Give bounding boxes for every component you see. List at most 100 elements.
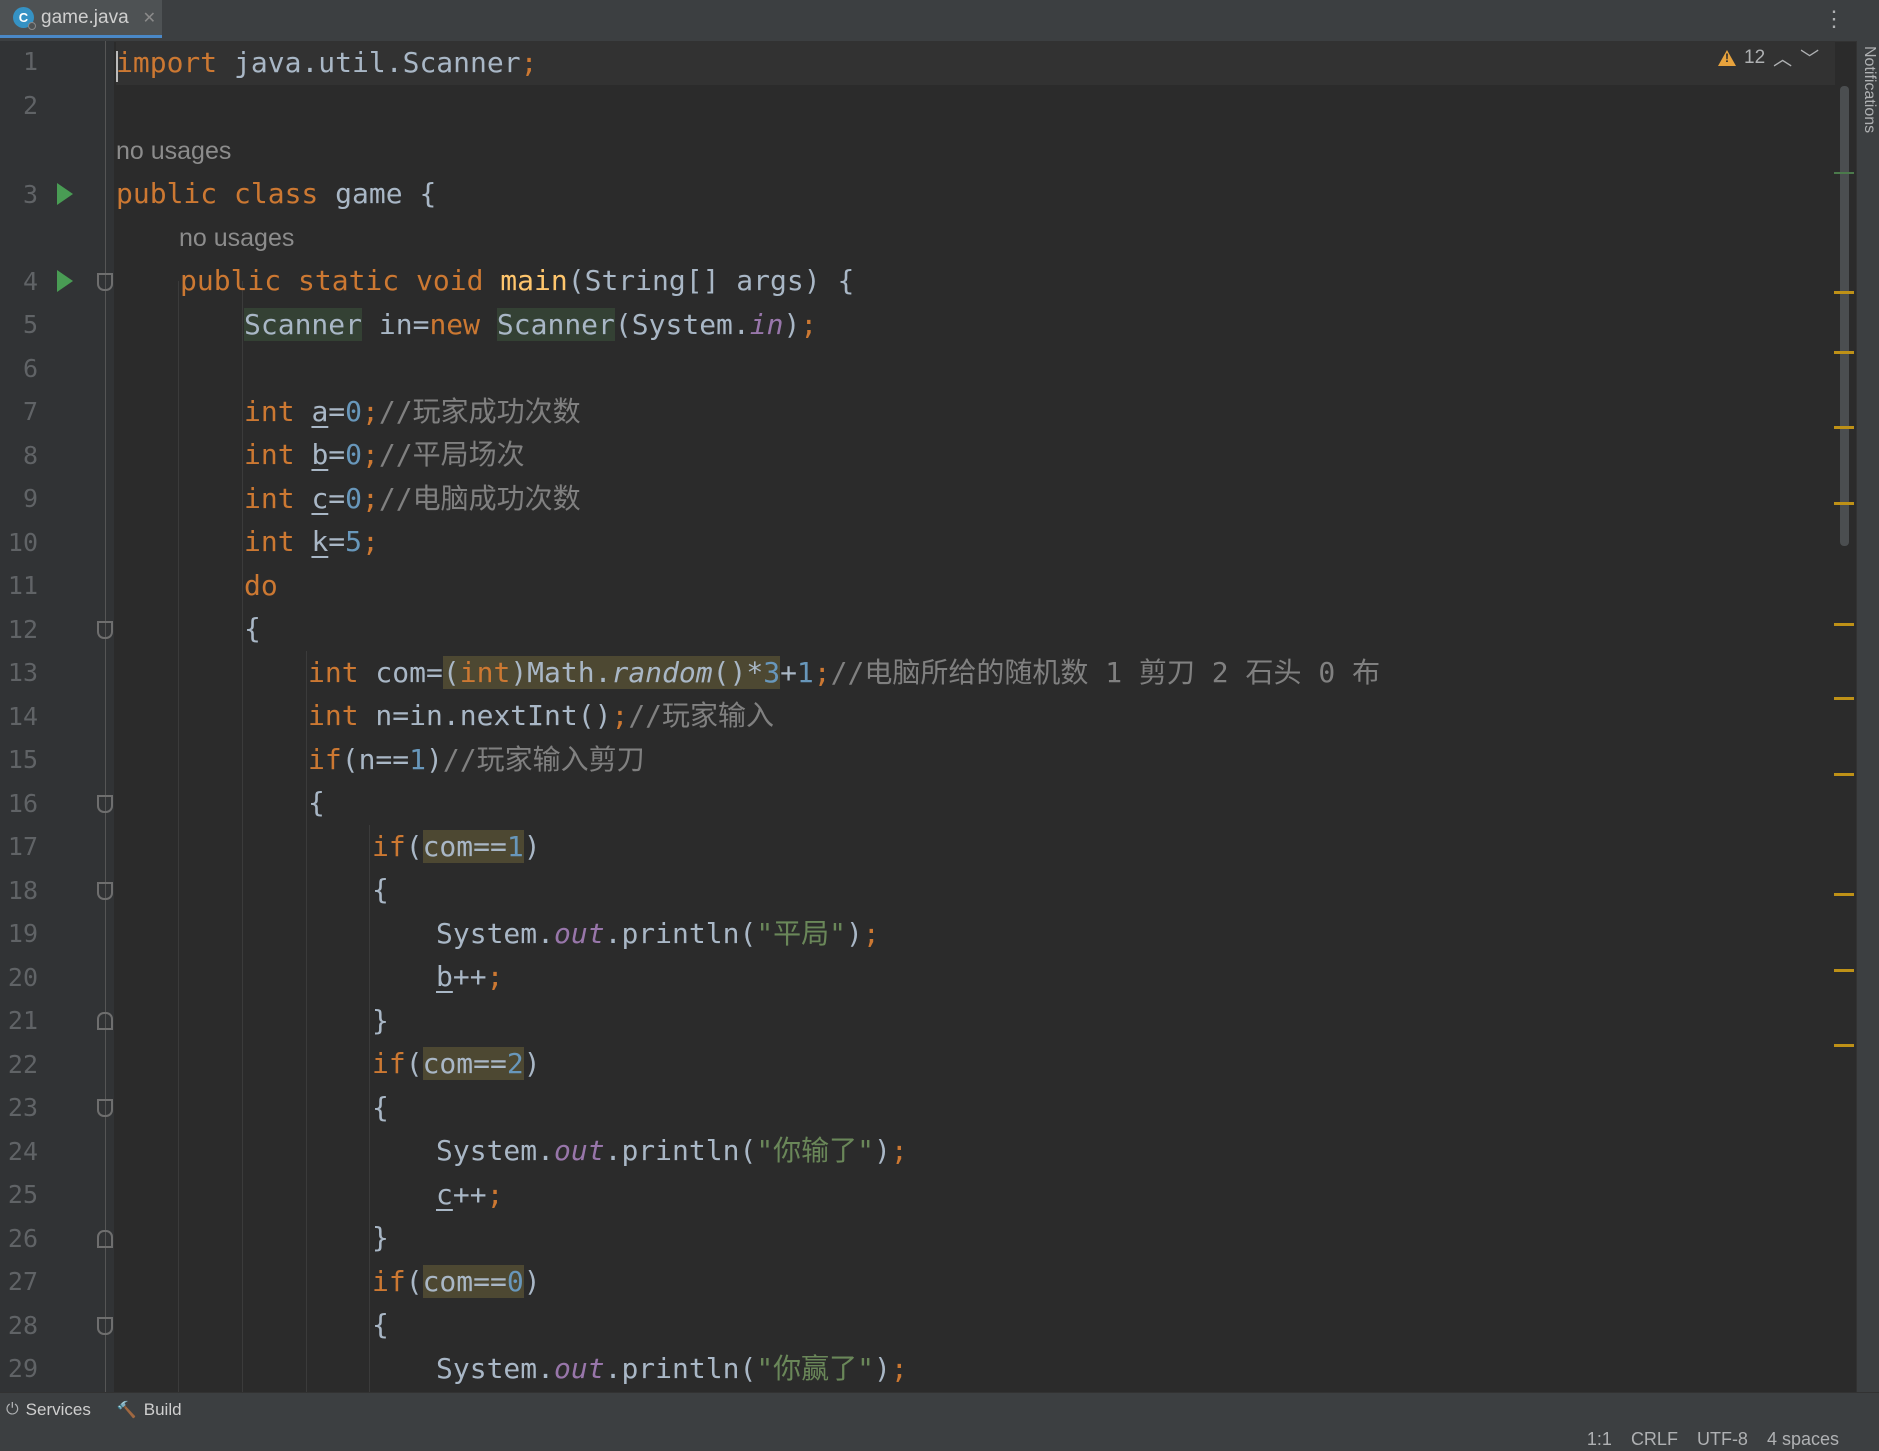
code-line-9: int c=0;//电脑成功次数 — [244, 482, 581, 515]
method-usages-hint[interactable]: no usages — [179, 224, 294, 253]
caret-position[interactable]: 1:1 — [1587, 1429, 1612, 1450]
editor-scrollbar-thumb[interactable] — [1840, 86, 1849, 546]
line-number: 16 — [7, 789, 38, 818]
line-number: 28 — [7, 1311, 38, 1340]
warning-count: 12 — [1744, 46, 1766, 68]
line-number: 14 — [7, 702, 38, 731]
line-number: 10 — [7, 528, 38, 557]
close-tab-icon[interactable]: ✕ — [143, 8, 156, 28]
warning-marker[interactable] — [1834, 697, 1854, 700]
line-number: 9 — [22, 484, 38, 513]
line-number: 20 — [7, 963, 38, 992]
line-number: 1 — [22, 47, 38, 76]
line-number: 12 — [7, 615, 38, 644]
services-tool-button[interactable]: ⏻ Services — [6, 1400, 91, 1420]
code-line-19: System.out.println("平局"); — [436, 917, 880, 950]
line-number: 4 — [22, 267, 38, 296]
code-line-5: Scanner in=new Scanner(System.in); — [244, 308, 818, 341]
warning-marker[interactable] — [1834, 893, 1854, 896]
indent-guide — [306, 651, 307, 1392]
code-line-3: public class game { — [116, 177, 437, 210]
line-number: 25 — [7, 1180, 38, 1209]
run-main-method-icon[interactable] — [57, 270, 73, 292]
code-line-13: int com=(int)Math.random()*3+1;//电脑所给的随机… — [308, 656, 1381, 689]
unfold-block-icon[interactable] — [97, 1012, 113, 1030]
code-line-11: do — [244, 569, 278, 602]
code-line-1: import java.util.Scanner; — [116, 46, 538, 79]
code-line-26: } — [372, 1221, 389, 1254]
next-highlight-icon[interactable]: ﹀ — [1800, 44, 1819, 71]
code-line-12: { — [244, 612, 261, 645]
warning-marker[interactable] — [1834, 291, 1854, 294]
line-number: 17 — [7, 832, 38, 861]
code-line-29: System.out.println("你赢了"); — [436, 1352, 908, 1385]
code-line-21: } — [372, 1004, 389, 1037]
indent-guide — [369, 825, 370, 1392]
run-class-icon[interactable] — [57, 183, 73, 205]
tool-window-bar: ⏻ Services 🔨 Build — [0, 1392, 1879, 1427]
code-line-24: System.out.println("你输了"); — [436, 1134, 908, 1167]
warning-marker[interactable] — [1834, 1044, 1854, 1047]
services-icon: ⏻ — [6, 1401, 19, 1418]
change-marker[interactable] — [1834, 172, 1854, 174]
line-number: 13 — [7, 658, 38, 687]
file-encoding[interactable]: UTF-8 — [1697, 1429, 1748, 1450]
inspection-widget[interactable]: 12 ︿ ﹀ — [1718, 44, 1819, 71]
notifications-tool-button[interactable]: Notifications — [1860, 46, 1878, 133]
line-number: 8 — [22, 441, 38, 470]
indent-guide — [369, 1171, 370, 1263]
line-number: 3 — [22, 180, 38, 209]
gutter-separator — [105, 41, 106, 1392]
code-line-10: int k=5; — [244, 525, 379, 558]
line-number: 18 — [7, 876, 38, 905]
line-number: 15 — [7, 745, 38, 774]
code-line-8: int b=0;//平局场次 — [244, 438, 525, 471]
tab-file-name: game.java — [41, 6, 129, 28]
warning-icon — [1718, 49, 1736, 66]
indent-guide — [178, 281, 179, 1392]
code-line-20: b++; — [436, 960, 504, 993]
line-number: 22 — [7, 1050, 38, 1079]
tab-options-more-icon[interactable]: ⋮ — [1823, 8, 1845, 30]
warning-marker[interactable] — [1834, 426, 1854, 429]
code-line-27: if(com==0) — [372, 1265, 541, 1298]
code-line-17: if(com==1) — [372, 830, 541, 863]
code-line-4: public static void main(String[] args) { — [180, 264, 855, 297]
line-separator[interactable]: CRLF — [1631, 1429, 1678, 1450]
warning-marker[interactable] — [1834, 502, 1854, 505]
class-usages-hint[interactable]: no usages — [116, 137, 231, 166]
unfold-block-icon[interactable] — [97, 1230, 113, 1248]
warning-marker[interactable] — [1834, 351, 1854, 354]
line-number: 21 — [7, 1006, 38, 1035]
fold-block-icon[interactable] — [97, 1099, 113, 1117]
indent-guide — [242, 281, 243, 1392]
warning-marker[interactable] — [1834, 623, 1854, 626]
fold-block-icon[interactable] — [97, 621, 113, 639]
code-line-7: int a=0;//玩家成功次数 — [244, 395, 581, 428]
line-number: 29 — [7, 1354, 38, 1383]
code-line-28: { — [372, 1308, 389, 1341]
line-number: 7 — [22, 397, 38, 426]
line-number: 2 — [22, 91, 38, 120]
code-line-18: { — [372, 873, 389, 906]
code-line-16: { — [308, 786, 325, 819]
status-bar: 1:1 CRLF UTF-8 4 spaces — [0, 1427, 1879, 1451]
indent-settings[interactable]: 4 spaces — [1767, 1429, 1839, 1450]
previous-highlight-icon[interactable]: ︿ — [1773, 44, 1792, 71]
indent-guide — [369, 956, 370, 1042]
code-editor[interactable]: import java.util.Scanner; no usages publ… — [116, 41, 1835, 1392]
editor-tab-bar: C game.java ✕ ⋮ — [0, 0, 1879, 42]
fold-method-icon[interactable] — [97, 273, 113, 291]
editor-tab-game-java[interactable]: C game.java ✕ — [0, 0, 162, 38]
java-class-file-icon: C — [13, 7, 36, 30]
warning-marker[interactable] — [1834, 969, 1854, 972]
fold-block-icon[interactable] — [97, 1317, 113, 1335]
services-label: Services — [25, 1400, 91, 1419]
build-tool-button[interactable]: 🔨 Build — [117, 1400, 182, 1420]
code-line-25: c++; — [436, 1178, 504, 1211]
warning-marker[interactable] — [1834, 773, 1854, 776]
code-line-22: if(com==2) — [372, 1047, 541, 1080]
code-line-23: { — [372, 1091, 389, 1124]
fold-block-icon[interactable] — [97, 795, 113, 813]
fold-block-icon[interactable] — [97, 882, 113, 900]
